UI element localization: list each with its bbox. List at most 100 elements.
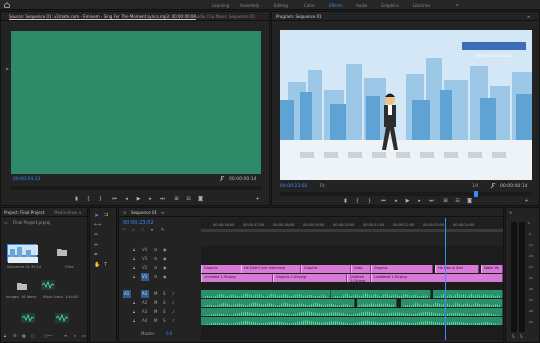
tab-program[interactable]: Program: Sequence 01 bbox=[276, 14, 322, 19]
solo-left-button[interactable]: S bbox=[512, 335, 515, 339]
solo-button[interactable]: S bbox=[163, 310, 166, 314]
audio-waveform-thumbnail[interactable] bbox=[55, 313, 69, 323]
add-button-icon[interactable]: + bbox=[254, 196, 261, 202]
workspace-assembly[interactable]: Assembly bbox=[240, 3, 259, 8]
close-icon[interactable]: × bbox=[509, 211, 512, 215]
add-button-icon[interactable]: + bbox=[523, 198, 530, 204]
workspace-audio[interactable]: Audio bbox=[356, 3, 367, 8]
zoom-slider[interactable]: ○── bbox=[44, 334, 52, 338]
mark-in-bracket-icon[interactable]: { bbox=[354, 198, 361, 204]
mute-button[interactable]: M bbox=[154, 292, 157, 296]
track-label[interactable]: A1 bbox=[124, 292, 129, 296]
audio-clip[interactable] bbox=[201, 317, 503, 325]
mute-button[interactable]: M bbox=[154, 319, 157, 323]
new-bin-icon[interactable]: ▭ bbox=[82, 334, 86, 338]
marker-icon[interactable]: ▾ bbox=[151, 228, 153, 232]
track-label[interactable]: A2 bbox=[142, 301, 147, 305]
track-label[interactable]: A1 bbox=[142, 292, 147, 296]
tracks-area[interactable]: Graphic He Didn't join interview Graphic… bbox=[201, 218, 503, 340]
workspace-graphics[interactable]: Graphics bbox=[381, 3, 399, 8]
video-clip[interactable]: Graphic 1.0V.png bbox=[273, 274, 347, 282]
lock-icon[interactable]: 🔒︎ bbox=[133, 301, 135, 305]
lock-icon[interactable]: 🔒︎ bbox=[133, 266, 135, 270]
program-video-frame[interactable]: He was in Sad bbox=[280, 30, 532, 180]
panel-overflow-icon[interactable]: » bbox=[79, 210, 81, 215]
mark-in-icon[interactable]: ▮ bbox=[73, 196, 80, 202]
workspace-color[interactable]: Color bbox=[304, 3, 314, 8]
audio-waveform-thumbnail[interactable] bbox=[21, 313, 35, 323]
linked-selection-icon[interactable]: ⊂ bbox=[141, 228, 144, 232]
razor-tool-icon[interactable]: ✂ bbox=[94, 233, 98, 238]
audio-clip[interactable] bbox=[331, 290, 431, 298]
track-label[interactable]: V2 bbox=[142, 266, 147, 270]
track-label[interactable]: A3 bbox=[142, 310, 147, 314]
step-forward-icon[interactable]: ▸ bbox=[416, 198, 423, 204]
zoom-fit-select[interactable]: Fit bbox=[320, 184, 325, 188]
video-clip[interactable]: Walki Vo bbox=[481, 265, 503, 273]
video-clip[interactable]: Grap bbox=[351, 265, 371, 273]
solo-button[interactable]: S bbox=[163, 301, 166, 305]
timeline-playhead-line[interactable] bbox=[445, 218, 446, 340]
camera-icon[interactable]: ◙ bbox=[466, 198, 473, 204]
lock-icon[interactable]: 🔒︎ bbox=[133, 248, 135, 252]
track-label[interactable]: V4 bbox=[142, 248, 147, 252]
program-scrub-bar[interactable] bbox=[280, 191, 532, 197]
go-to-out-icon[interactable]: ⏭ bbox=[159, 196, 166, 202]
track-select-tool-icon[interactable]: ⇉ bbox=[104, 213, 108, 218]
lock-icon[interactable]: 🔒︎ bbox=[133, 319, 135, 323]
wrench-icon[interactable] bbox=[219, 176, 225, 182]
panel-menu-icon[interactable]: ≡ bbox=[161, 210, 164, 215]
audio-clip[interactable] bbox=[201, 290, 331, 298]
sequence-thumbnail[interactable] bbox=[7, 244, 38, 263]
camera-icon[interactable]: ◙ bbox=[197, 196, 204, 202]
snap-icon[interactable]: ∩ bbox=[132, 228, 135, 232]
folder-icon[interactable] bbox=[57, 248, 67, 256]
solo-button[interactable]: S bbox=[163, 292, 166, 296]
voiceover-mic-icon[interactable]: ♪ bbox=[172, 301, 175, 305]
folder-icon[interactable] bbox=[17, 282, 27, 290]
voiceover-mic-icon[interactable]: ♪ bbox=[172, 319, 175, 323]
play-icon[interactable]: ▶ bbox=[135, 196, 142, 202]
play-icon[interactable]: ▶ bbox=[404, 198, 411, 204]
timeline-playhead-timecode[interactable]: 00:00:23:02 bbox=[123, 220, 154, 226]
go-to-out-icon[interactable]: ⏭ bbox=[428, 198, 435, 204]
work-area-bar[interactable] bbox=[201, 229, 503, 232]
eye-icon[interactable]: ◉ bbox=[163, 257, 167, 261]
eye-icon[interactable]: ◉ bbox=[163, 266, 167, 270]
solo-button[interactable]: S bbox=[163, 319, 166, 323]
mute-button[interactable]: M bbox=[154, 301, 157, 305]
workspace-libraries[interactable]: Libraries bbox=[413, 3, 430, 8]
sync-lock-icon[interactable]: ⊟ bbox=[154, 257, 157, 261]
list-view-icon[interactable]: ☰ bbox=[13, 334, 17, 338]
video-clip[interactable]: LastWord 1.0V.png bbox=[371, 274, 503, 282]
freeform-view-icon[interactable]: ▢ bbox=[31, 334, 35, 338]
mark-out-bracket-icon[interactable]: } bbox=[366, 198, 373, 204]
source-video-frame[interactable] bbox=[11, 31, 261, 174]
audio-clip[interactable] bbox=[433, 290, 503, 298]
audio-waveform-thumbnail[interactable] bbox=[41, 280, 55, 290]
tab-media-browser[interactable]: Media Brow bbox=[54, 210, 77, 215]
tab-sequence[interactable]: Sequence 01 bbox=[131, 210, 157, 215]
audio-clip[interactable] bbox=[401, 299, 503, 307]
mute-button[interactable]: M bbox=[154, 310, 157, 314]
audio-clip[interactable] bbox=[201, 299, 355, 307]
workspace-effects[interactable]: Effects bbox=[329, 3, 343, 8]
solo-right-button[interactable]: S bbox=[520, 335, 523, 339]
source-playhead-timecode[interactable]: 00:00:24:13 bbox=[13, 177, 40, 182]
insert-icon[interactable]: ⊞ bbox=[173, 196, 180, 202]
go-to-in-icon[interactable]: ⏮ bbox=[380, 198, 387, 204]
step-forward-icon[interactable]: ▸ bbox=[147, 196, 154, 202]
eye-icon[interactable]: ◉ bbox=[163, 248, 167, 252]
icon-view-icon[interactable]: ▦ bbox=[22, 334, 26, 338]
pen-tool-icon[interactable]: ✒ bbox=[94, 253, 98, 258]
program-playhead[interactable] bbox=[474, 191, 478, 197]
tab-project[interactable]: Project: Final Project bbox=[4, 210, 44, 215]
mark-in-bracket-icon[interactable]: { bbox=[85, 196, 92, 202]
mark-in-icon[interactable]: ▮ bbox=[342, 198, 349, 204]
video-clip[interactable]: He Didn't join interview bbox=[241, 265, 301, 273]
lock-icon[interactable]: 🔒︎ bbox=[133, 275, 135, 279]
extract-icon[interactable]: ⊟ bbox=[454, 198, 461, 204]
wrench-icon[interactable] bbox=[490, 183, 496, 189]
lock-icon[interactable]: 🔒︎ bbox=[4, 334, 6, 338]
lift-icon[interactable]: ⊞ bbox=[442, 198, 449, 204]
